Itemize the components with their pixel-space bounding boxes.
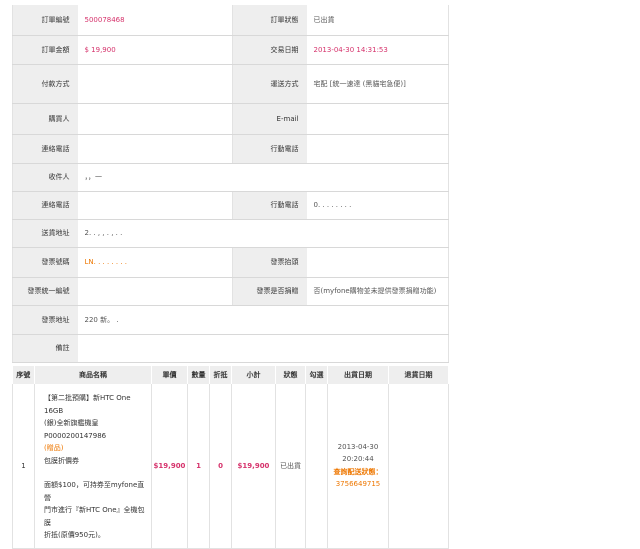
gift-desc-line: 面額$100，可持券至myfone直營 xyxy=(44,481,145,502)
buyer-value xyxy=(77,103,233,135)
row-address: 送貨地址 2. . , , . , . . xyxy=(12,219,449,248)
ship-date: 2013-04-30 xyxy=(337,442,379,451)
item-name-line: 【第二批預購】新HTC One 16GB xyxy=(44,394,131,415)
row-amount: 訂單金額 $ 19,900 交易日期 2013-04-30 14:31:53 xyxy=(12,35,449,65)
header-qty: 數量 xyxy=(187,366,210,384)
item-price: $19,900 xyxy=(151,384,188,549)
item-check[interactable] xyxy=(305,384,328,549)
phone-label: 連絡電話 xyxy=(12,134,78,164)
note-label: 備註 xyxy=(12,334,78,363)
order-status-value: 已出貨 xyxy=(306,5,449,36)
donate-value: 否(myfone購物並未提供發票捐贈功能) xyxy=(306,277,449,306)
invoice-address-value: 220 新。 . xyxy=(77,305,449,335)
header-ship-date: 出貨日期 xyxy=(327,366,389,384)
shipping-label: 運送方式 xyxy=(232,64,307,104)
row-buyer: 購買人 E-mail xyxy=(12,103,449,135)
order-info-table: 訂單編號 500078468 訂單狀態 已出貨 訂單金額 $ 19,900 交易… xyxy=(12,5,449,363)
item-discount: 0 xyxy=(209,384,232,549)
ship-date-cell: 2013-04-30 20:20:44 查詢配送狀態： 3756649715 xyxy=(327,384,389,549)
mobile-label: 行動電話 xyxy=(232,134,307,164)
invoice-title-value xyxy=(306,247,449,278)
item-sku: P0000200147986 xyxy=(44,431,107,440)
invoice-address-label: 發票地址 xyxy=(12,305,78,335)
header-discount: 折抵 xyxy=(209,366,232,384)
tax-id-label: 發票統一編號 xyxy=(12,277,78,306)
tracking-number[interactable]: 3756649715 xyxy=(328,478,388,491)
order-amount-value: $ 19,900 xyxy=(77,35,233,65)
recipient-mobile-label: 行動電話 xyxy=(232,191,307,220)
shipping-value: 宅配 [統一速達 (黑貓宅急便)] xyxy=(306,64,449,104)
recipient-value: ，，一 xyxy=(77,163,449,192)
donate-label: 發票是否捐贈 xyxy=(232,277,307,306)
header-price: 單價 xyxy=(151,366,188,384)
gift-desc-line: 折抵(原價950元)。 xyxy=(44,531,105,539)
buyer-label: 購買人 xyxy=(12,103,78,135)
header-name: 商品名稱 xyxy=(34,366,152,384)
payment-label: 付款方式 xyxy=(12,64,78,104)
items-header-row: 序號 商品名稱 單價 數量 折抵 小計 狀態 勾選 出貨日期 退貨日期 xyxy=(12,366,449,384)
row-recipient-phone: 連絡電話 行動電話 0. . . . . . . . xyxy=(12,191,449,220)
mobile-value xyxy=(306,134,449,164)
order-amount-label: 訂單金額 xyxy=(12,35,78,65)
order-items-table: 序號 商品名稱 單價 數量 折抵 小計 狀態 勾選 出貨日期 退貨日期 1 【第… xyxy=(12,366,449,549)
row-taxid: 發票統一編號 發票是否捐贈 否(myfone購物並未提供發票捐贈功能) xyxy=(12,277,449,306)
order-status-label: 訂單狀態 xyxy=(232,5,307,36)
header-subtotal: 小計 xyxy=(231,366,276,384)
header-seq: 序號 xyxy=(12,366,35,384)
gift-tag: (贈品) xyxy=(44,444,64,452)
invoice-no-label: 發票號碼 xyxy=(12,247,78,278)
order-no-value: 500078468 xyxy=(77,5,233,36)
order-no-label: 訂單編號 xyxy=(12,5,78,36)
item-name-cell: 【第二批預購】新HTC One 16GB (銀)全新旗艦機皇 P00002001… xyxy=(34,384,152,549)
address-value: 2. . , , . , . . xyxy=(77,219,449,248)
payment-value xyxy=(77,64,233,104)
gift-desc-line: 門市進行『新HTC One』全機包膜 xyxy=(44,506,145,527)
header-status: 狀態 xyxy=(275,366,306,384)
recipient-phone-label: 連絡電話 xyxy=(12,191,78,220)
row-recipient: 收件人 ，，一 xyxy=(12,163,449,192)
row-note: 備註 xyxy=(12,334,449,363)
email-label: E-mail xyxy=(232,103,307,135)
row-invoice: 發票號碼 LN. . . . . . . . 發票抬頭 xyxy=(12,247,449,278)
table-row: 1 【第二批預購】新HTC One 16GB (銀)全新旗艦機皇 P000020… xyxy=(12,384,449,549)
item-qty: 1 xyxy=(187,384,210,549)
tax-id-value xyxy=(77,277,233,306)
invoice-no-value: LN. . . . . . . . xyxy=(77,247,233,278)
row-invoice-address: 發票地址 220 新。 . xyxy=(12,305,449,335)
row-payment: 付款方式 運送方式 宅配 [統一速達 (黑貓宅急便)] xyxy=(12,64,449,104)
recipient-phone-value xyxy=(77,191,233,220)
recipient-label: 收件人 xyxy=(12,163,78,192)
invoice-title-label: 發票抬頭 xyxy=(232,247,307,278)
header-return-date: 退貨日期 xyxy=(388,366,449,384)
gift-name: 包膜折價券 xyxy=(44,456,79,465)
return-date xyxy=(388,384,449,549)
ship-time: 20:20:44 xyxy=(342,455,374,464)
address-label: 送貨地址 xyxy=(12,219,78,248)
tracking-link[interactable]: 查詢配送狀態： xyxy=(328,466,388,479)
header-check: 勾選 xyxy=(305,366,328,384)
item-subtotal: $19,900 xyxy=(231,384,276,549)
phone-value xyxy=(77,134,233,164)
item-name-line: (銀)全新旗艦機皇 xyxy=(44,419,99,427)
note-value xyxy=(77,334,449,363)
row-phone: 連絡電話 行動電話 xyxy=(12,134,449,164)
email-value xyxy=(306,103,449,135)
row-order-no: 訂單編號 500078468 訂單狀態 已出貨 xyxy=(12,5,449,36)
recipient-mobile-value: 0. . . . . . . . xyxy=(306,191,449,220)
trade-date-value: 2013-04-30 14:31:53 xyxy=(306,35,449,65)
trade-date-label: 交易日期 xyxy=(232,35,307,65)
item-status: 已出貨 xyxy=(275,384,306,549)
item-seq: 1 xyxy=(12,384,35,549)
